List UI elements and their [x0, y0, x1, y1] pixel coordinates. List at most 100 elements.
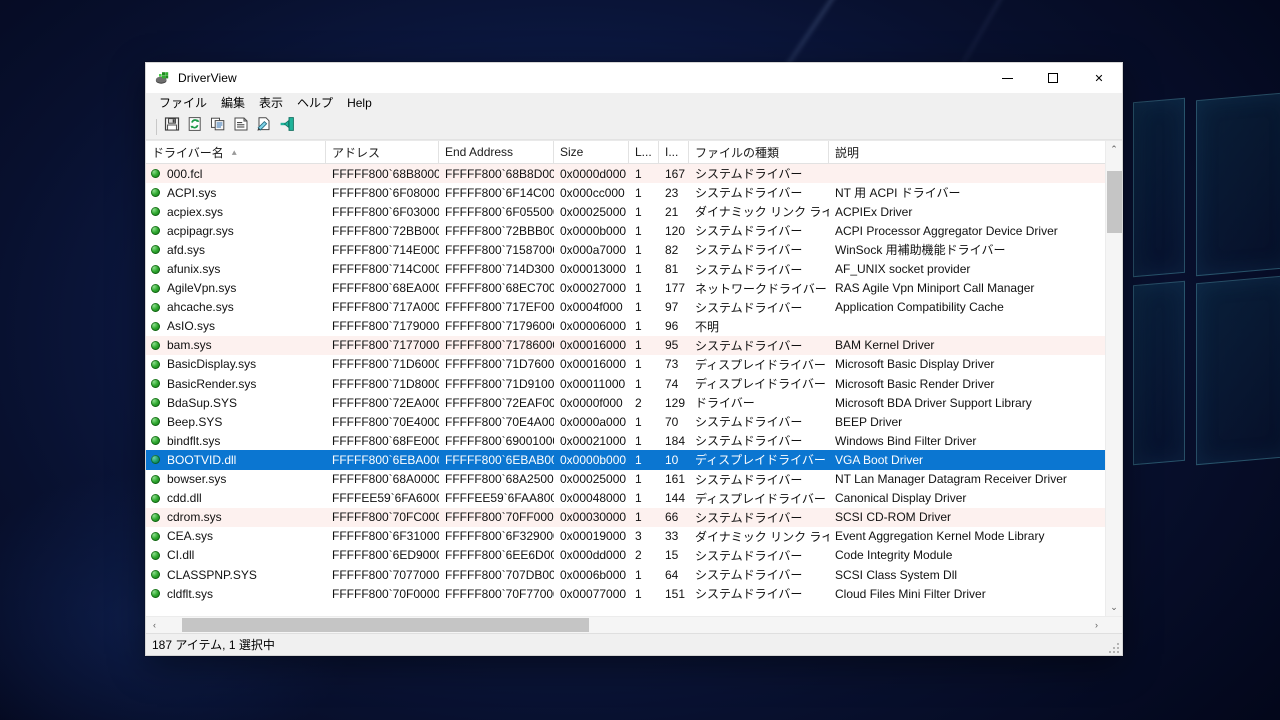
maximize-button[interactable] [1030, 63, 1076, 93]
table-row[interactable]: acpiex.sysFFFFF800`6F030000FFFFF800`6F05… [146, 202, 1105, 221]
cell-file-type: システムドライバー [689, 261, 829, 278]
column-size[interactable]: Size [554, 141, 629, 163]
cell-file-type: システムドライバー [689, 471, 829, 488]
driver-name-text: 000.fcl [167, 167, 202, 181]
cell-size: 0x000cc000 [554, 186, 629, 200]
table-row[interactable]: AsIO.sysFFFFF800`71790000FFFFF800`717960… [146, 317, 1105, 336]
scroll-left-button[interactable]: ‹ [146, 617, 163, 633]
close-button[interactable]: ✕ [1076, 63, 1122, 93]
scroll-up-button[interactable]: ⌃ [1106, 141, 1123, 158]
cell-end-address: FFFFF800`68B8D000 [439, 167, 554, 181]
wallpaper-window-pane [1196, 275, 1280, 465]
cell-driver-name: BdaSup.SYS [146, 396, 326, 410]
table-row[interactable]: ahcache.sysFFFFF800`717A0000FFFFF800`717… [146, 298, 1105, 317]
column-end-address[interactable]: End Address [439, 141, 554, 163]
table-row[interactable]: cdd.dllFFFFEE59`6FA60000FFFFEE59`6FAA800… [146, 489, 1105, 508]
cell-end-address: FFFFF800`71D91000 [439, 377, 554, 391]
cell-load-count: 1 [629, 262, 659, 276]
driver-status-dot-icon [151, 417, 160, 426]
table-row[interactable]: 000.fclFFFFF800`68B80000FFFFF800`68B8D00… [146, 164, 1105, 183]
cell-driver-name: BOOTVID.dll [146, 453, 326, 467]
column-address[interactable]: アドレス [326, 141, 439, 163]
table-row[interactable]: acpipagr.sysFFFFF800`72BB0000FFFFF800`72… [146, 221, 1105, 240]
column-description[interactable]: 説明 [829, 141, 1105, 163]
properties-button[interactable] [230, 116, 252, 138]
scroll-right-button[interactable]: › [1088, 617, 1105, 633]
cell-driver-name: bam.sys [146, 338, 326, 352]
cell-load-count: 2 [629, 396, 659, 410]
table-row[interactable]: ACPI.sysFFFFF800`6F080000FFFFF800`6F14C0… [146, 183, 1105, 202]
column-header-label: Size [560, 145, 583, 159]
driver-name-text: ACPI.sys [167, 186, 216, 200]
driver-name-text: bowser.sys [167, 472, 226, 486]
menu-edit[interactable]: 編集 [214, 95, 252, 112]
table-row[interactable]: bam.sysFFFFF800`71770000FFFFF800`7178600… [146, 336, 1105, 355]
menu-file[interactable]: ファイル [152, 95, 214, 112]
cell-driver-name: acpipagr.sys [146, 224, 326, 238]
exit-button[interactable] [276, 116, 298, 138]
table-row[interactable]: afunix.sysFFFFF800`714C0000FFFFF800`714D… [146, 259, 1105, 278]
vertical-scroll-track[interactable] [1106, 158, 1123, 599]
cell-index: 184 [659, 434, 689, 448]
scroll-down-button[interactable]: ⌄ [1106, 599, 1123, 616]
cell-end-address: FFFFF800`71587000 [439, 243, 554, 257]
cell-index: 129 [659, 396, 689, 410]
horizontal-scroll-thumb[interactable] [182, 618, 589, 632]
cell-description: Application Compatibility Cache [829, 300, 1105, 314]
cell-description: Canonical Display Driver [829, 491, 1105, 505]
cell-size: 0x00013000 [554, 262, 629, 276]
refresh-button[interactable] [184, 116, 206, 138]
table-row[interactable]: bowser.sysFFFFF800`68A00000FFFFF800`68A2… [146, 470, 1105, 489]
cell-size: 0x00048000 [554, 491, 629, 505]
minimize-button[interactable] [984, 63, 1030, 93]
column-file-type[interactable]: ファイルの種類 [689, 141, 829, 163]
table-row[interactable]: BasicRender.sysFFFFF800`71D80000FFFFF800… [146, 374, 1105, 393]
column-index[interactable]: I... [659, 141, 689, 163]
save-button[interactable] [161, 116, 183, 138]
column-load-count[interactable]: L... [629, 141, 659, 163]
table-row[interactable]: bindflt.sysFFFFF800`68FE0000FFFFF800`690… [146, 431, 1105, 450]
table-row[interactable]: cldflt.sysFFFFF800`70F00000FFFFF800`70F7… [146, 584, 1105, 603]
title-bar[interactable]: DriverView ✕ [146, 63, 1122, 93]
table-row[interactable]: BdaSup.SYSFFFFF800`72EA0000FFFFF800`72EA… [146, 393, 1105, 412]
table-row[interactable]: cdrom.sysFFFFF800`70FC0000FFFFF800`70FF0… [146, 508, 1105, 527]
horizontal-scroll-track[interactable] [163, 617, 1088, 633]
cell-load-count: 1 [629, 224, 659, 238]
table-row[interactable]: BOOTVID.dllFFFFF800`6EBA0000FFFFF800`6EB… [146, 450, 1105, 469]
vertical-scroll-thumb[interactable] [1107, 171, 1122, 233]
html-report-button[interactable] [253, 116, 275, 138]
cell-end-address: FFFFF800`6F14C000 [439, 186, 554, 200]
cell-file-type: 不明 [689, 318, 829, 335]
cell-end-address: FFFFF800`6F055000 [439, 205, 554, 219]
vertical-scrollbar[interactable]: ⌃ ⌄ [1105, 141, 1122, 616]
cell-end-address: FFFFF800`71786000 [439, 338, 554, 352]
resize-grip[interactable] [1107, 641, 1119, 653]
menu-help-en[interactable]: Help [340, 95, 379, 112]
cell-driver-name: ahcache.sys [146, 300, 326, 314]
cell-address: FFFFF800`70F00000 [326, 587, 439, 601]
menu-view[interactable]: 表示 [252, 95, 290, 112]
copy-button[interactable] [207, 116, 229, 138]
table-row[interactable]: CLASSPNP.SYSFFFFF800`70770000FFFFF800`70… [146, 565, 1105, 584]
cell-file-type: システムドライバー [689, 566, 829, 583]
table-row[interactable]: CI.dllFFFFF800`6ED90000FFFFF800`6EE6D000… [146, 546, 1105, 565]
cell-description: SCSI CD-ROM Driver [829, 510, 1105, 524]
cell-address: FFFFF800`68FE0000 [326, 434, 439, 448]
horizontal-scrollbar[interactable]: ‹ › [146, 616, 1122, 633]
column-driver-name[interactable]: ドライバー名▴ [146, 141, 326, 163]
cell-file-type: ダイナミック リンク ライブラリ [689, 203, 829, 220]
table-row[interactable]: BasicDisplay.sysFFFFF800`71D60000FFFFF80… [146, 355, 1105, 374]
table-row[interactable]: CEA.sysFFFFF800`6F310000FFFFF800`6F32900… [146, 527, 1105, 546]
table-row[interactable]: afd.sysFFFFF800`714E0000FFFFF800`7158700… [146, 240, 1105, 259]
menu-help-ja[interactable]: ヘルプ [290, 95, 340, 112]
cell-index: 21 [659, 205, 689, 219]
driver-list-view: ドライバー名▴アドレスEnd Address Size L...I...ファイルの種… [146, 140, 1122, 633]
table-row[interactable]: AgileVpn.sysFFFFF800`68EA0000FFFFF800`68… [146, 279, 1105, 298]
cell-description: AF_UNIX socket provider [829, 262, 1105, 276]
table-row[interactable]: Beep.SYSFFFFF800`70E40000FFFFF800`70E4A0… [146, 412, 1105, 431]
cell-size: 0x000a7000 [554, 243, 629, 257]
cell-address: FFFFF800`71770000 [326, 338, 439, 352]
driver-status-dot-icon [151, 379, 160, 388]
cell-load-count: 1 [629, 491, 659, 505]
cell-end-address: FFFFEE59`6FAA8000 [439, 491, 554, 505]
